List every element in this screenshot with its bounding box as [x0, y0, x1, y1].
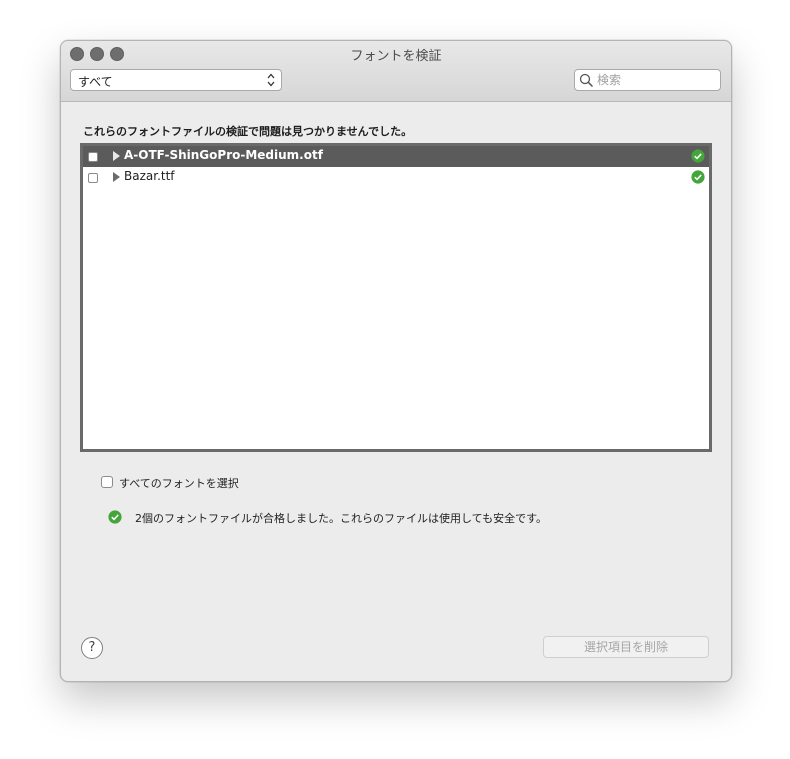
check-circle-icon — [691, 170, 705, 184]
font-validation-window: フォントを検証 すべて これらのフォントファイルの検証で問題は見つかりませんでし… — [60, 40, 732, 682]
font-file-name: Bazar.ttf — [124, 169, 175, 183]
up-down-chevron-icon — [267, 73, 275, 87]
select-all-checkbox[interactable] — [101, 476, 113, 488]
font-file-list[interactable]: A-OTF-ShinGoPro-Medium.otf Bazar.ttf — [80, 143, 712, 452]
window-title: フォントを検証 — [350, 49, 442, 64]
check-circle-icon — [691, 149, 705, 163]
help-button[interactable]: ? — [81, 637, 103, 659]
search-field[interactable] — [574, 69, 721, 91]
validation-message: これらのフォントファイルの検証で問題は見つかりませんでした。 — [83, 125, 413, 138]
row-checkbox[interactable] — [88, 152, 98, 162]
title-bar: フォントを検証 すべて — [61, 41, 731, 102]
filter-popup[interactable]: すべて — [70, 69, 282, 91]
row-checkbox[interactable] — [88, 173, 98, 183]
font-file-row[interactable]: Bazar.ttf — [83, 167, 709, 188]
font-file-row[interactable]: A-OTF-ShinGoPro-Medium.otf — [83, 146, 709, 167]
disclosure-triangle-icon[interactable] — [113, 151, 120, 161]
filter-popup-value: すべて — [78, 75, 113, 89]
search-input[interactable] — [597, 72, 715, 88]
search-icon — [579, 73, 594, 88]
font-file-name: A-OTF-ShinGoPro-Medium.otf — [124, 148, 323, 162]
select-all-label[interactable]: すべてのフォントを選択 — [119, 475, 239, 491]
disclosure-triangle-icon[interactable] — [113, 172, 120, 182]
summary-text: 2個のフォントファイルが合格しました。これらのファイルは使用しても安全です。 — [135, 512, 548, 525]
check-circle-icon — [108, 510, 122, 524]
delete-selected-button[interactable]: 選択項目を削除 — [543, 636, 709, 658]
